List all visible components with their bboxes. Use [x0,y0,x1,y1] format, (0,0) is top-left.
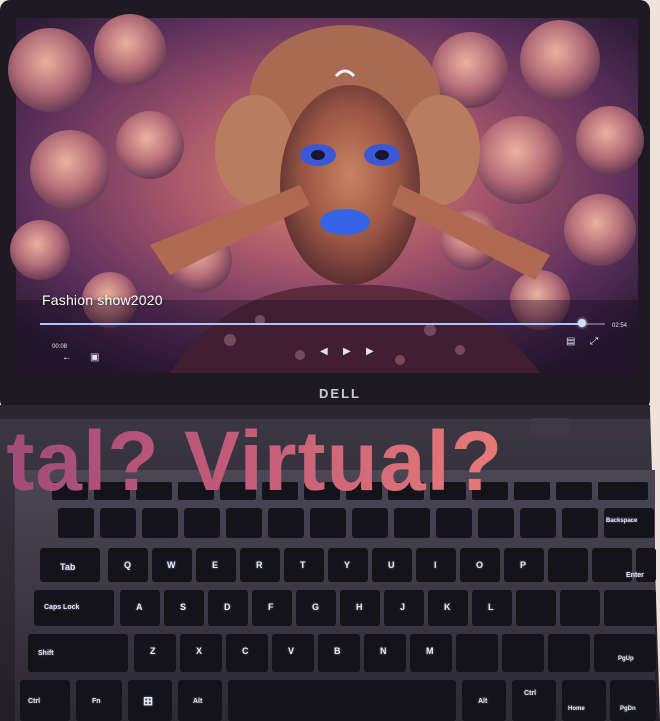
key-alt[interactable]: Alt [193,698,202,705]
key-l[interactable]: L [488,602,494,612]
key-shift[interactable]: Shift [38,650,54,657]
key-e[interactable]: E [212,560,218,570]
key-y[interactable]: Y [344,560,350,570]
key-n[interactable]: N [380,646,387,656]
previous-icon[interactable]: ◀ [320,347,328,357]
key-i[interactable]: I [434,560,437,570]
key-r[interactable]: R [256,560,263,570]
key-u[interactable]: U [388,560,395,570]
key-fn[interactable]: Fn [92,698,101,705]
key-j[interactable]: J [400,602,405,612]
play-icon[interactable]: ▶ [343,347,351,357]
key-ctrl[interactable]: Ctrl [28,698,40,705]
key-h[interactable]: H [356,602,363,612]
cast-icon[interactable]: ▣ [90,353,99,363]
key-z[interactable]: Z [150,646,156,656]
number-row [58,508,654,538]
key-k[interactable]: K [444,602,451,612]
key-pgup[interactable]: PgUp [618,656,634,662]
total-time: 02:54 [612,323,628,329]
key-ctrl-right[interactable]: Ctrl [524,690,536,697]
key-pgdn[interactable]: PgDn [620,706,636,712]
key-g[interactable]: G [312,602,319,612]
key-enter[interactable]: Enter [626,572,644,579]
key-alt-right[interactable]: Alt [478,698,487,705]
key-a[interactable]: A [136,602,143,612]
current-time: 00:08 [52,344,68,350]
key-backspace[interactable]: Backspace [606,518,637,524]
windows-key-icon[interactable]: ⊞ [143,694,153,708]
face [280,85,420,285]
zxcv-row [28,634,656,672]
key-x[interactable]: X [196,646,202,656]
caption-icon[interactable]: ▤ [566,337,575,347]
key-s[interactable]: S [180,602,186,612]
key-v[interactable]: V [288,646,294,656]
key-f[interactable]: F [268,602,274,612]
key-home[interactable]: Home [568,706,585,712]
key-tab[interactable]: Tab [60,562,75,572]
dell-logo: DELL [319,386,361,401]
asdf-row [34,590,656,626]
video-title: Fashion show2020 [42,292,163,308]
key-m[interactable]: M [426,646,434,656]
key-q[interactable]: Q [124,560,131,570]
overlay-headline: ital? Virtual? [0,416,503,506]
fullscreen-icon[interactable]: ⤢ [590,337,598,347]
key-w[interactable]: W [167,560,176,570]
next-icon[interactable]: ▶ [366,347,374,357]
back-arrow-icon[interactable]: ← [62,353,72,363]
key-o[interactable]: O [476,560,483,570]
key-b[interactable]: B [334,646,341,656]
key-caps-lock[interactable]: Caps Lock [44,604,79,611]
seek-bar[interactable] [40,319,605,327]
key-t[interactable]: T [300,560,306,570]
seek-bar-fill [40,323,583,325]
key-c[interactable]: C [242,646,249,656]
key-d[interactable]: D [224,602,231,612]
lips [320,209,370,235]
key-p[interactable]: P [520,560,526,570]
